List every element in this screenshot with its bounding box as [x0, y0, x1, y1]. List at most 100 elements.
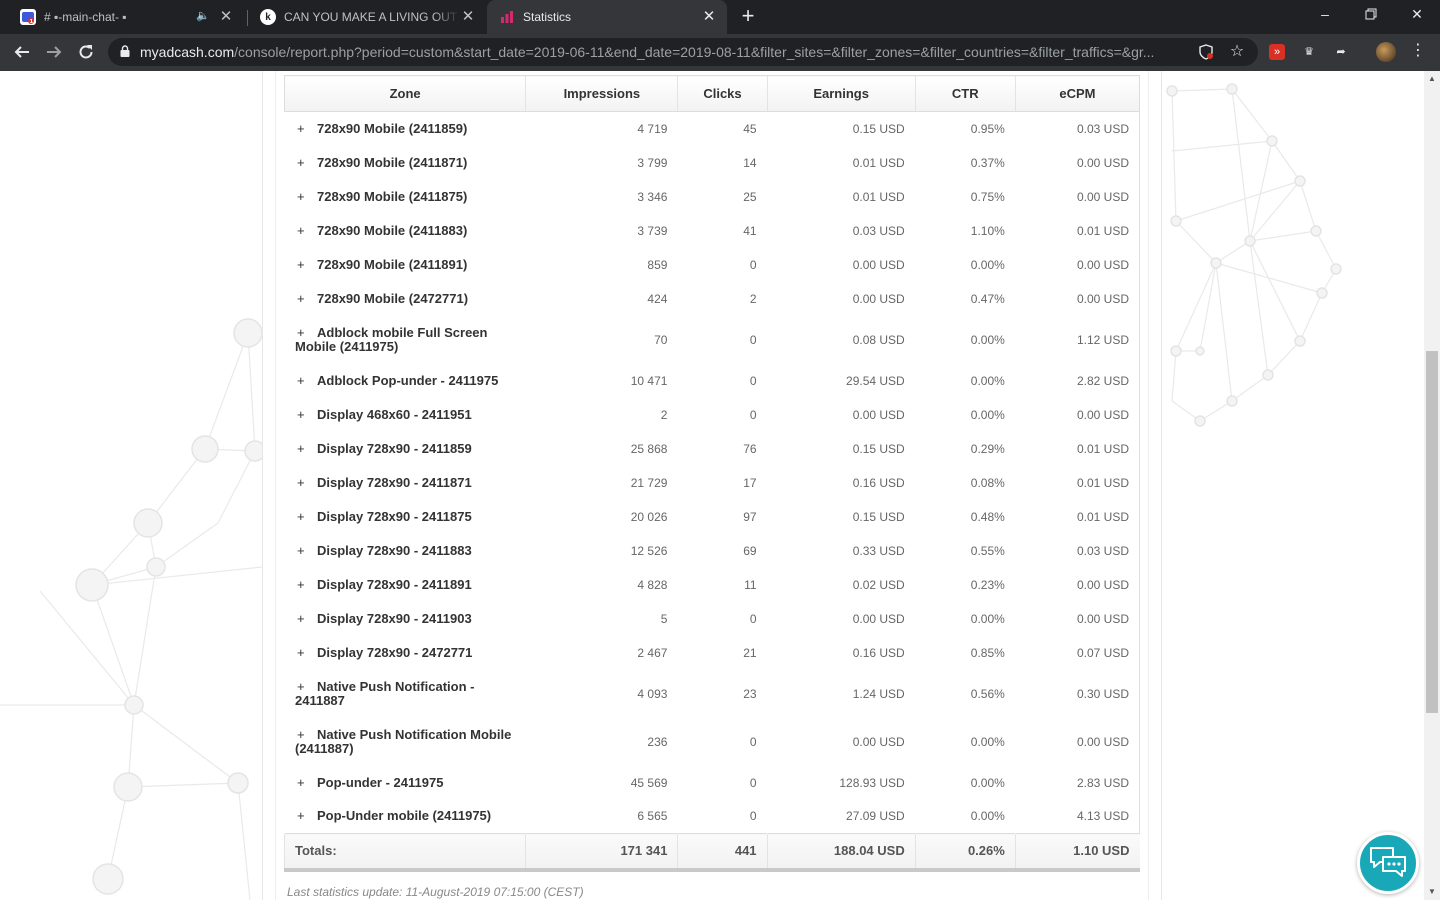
table-row[interactable]: +728x90 Mobile (2472771) 424 2 0.00 USD 0.47…	[285, 282, 1140, 316]
ecpm-cell: 0.07 USD	[1076, 645, 1129, 660]
zone-cell: + Display 728x90 - 2411883	[285, 534, 526, 568]
expand-plus-icon[interactable]: +	[295, 121, 317, 136]
expand-plus-icon[interactable]: +	[295, 155, 317, 170]
speaker-icon[interactable]: 🔈	[196, 9, 210, 22]
bookmark-star-icon[interactable]: ☆	[1229, 44, 1245, 60]
expand-plus-icon[interactable]: +	[295, 373, 317, 388]
profile-avatar[interactable]	[1376, 42, 1396, 62]
table-row[interactable]: + Display 728x90 - 2411859 25 868 76 0.15 US…	[285, 432, 1140, 466]
table-row[interactable]: + Adblock Pop-under - 2411975 10 471 0 29.54…	[285, 364, 1140, 398]
column-header-ctr[interactable]: CTR	[914, 75, 1016, 112]
expand-plus-icon[interactable]: +	[295, 257, 317, 272]
minimize-button[interactable]: –	[1302, 0, 1348, 30]
table-row[interactable]: + Display 468x60 - 2411951 2 0 0.00 USD 0.00%…	[285, 398, 1140, 432]
expand-plus-icon[interactable]: +	[295, 475, 317, 490]
expand-plus-icon[interactable]: +	[295, 645, 317, 660]
tab-statistics[interactable]: Statistics ✕	[487, 0, 727, 34]
expand-plus-icon[interactable]: +	[295, 325, 317, 340]
new-tab-button[interactable]: +	[736, 3, 760, 29]
menu-icon[interactable]: ⋮	[1410, 43, 1426, 60]
expand-plus-icon[interactable]: +	[295, 727, 317, 742]
table-row[interactable]: +728x90 Mobile (2411891) 859 0 0.00 USD 0.00…	[285, 248, 1140, 282]
back-button[interactable]	[8, 38, 36, 66]
table-row[interactable]: +728x90 Mobile (2411871) 3 799 14 0.01 USD 0…	[285, 146, 1140, 180]
close-tab-icon[interactable]: ✕	[218, 9, 234, 25]
table-row[interactable]: + Display 728x90 - 2411903 5 0 0.00 USD 0.00%…	[285, 602, 1140, 636]
table-row[interactable]: + Display 728x90 - 2411883 12 526 69 0.33 US…	[285, 534, 1140, 568]
zone-cell: + Adblock Pop-under - 2411975	[285, 364, 526, 398]
table-row[interactable]: +728x90 Mobile (2411883) 3 739 41 0.03 USD 1…	[285, 214, 1140, 248]
tab-article[interactable]: k CAN YOU MAKE A LIVING OUT O ✕	[250, 0, 486, 34]
zone-name: 728x90 Mobile (2411883)	[317, 222, 468, 238]
shield-icon[interactable]	[1198, 44, 1214, 60]
table-row[interactable]: + Pop-Under mobile (2411975) 6 565 0 27.09 U…	[285, 800, 1140, 834]
impressions-cell: 4 093	[637, 686, 668, 701]
expand-plus-icon[interactable]: +	[295, 679, 317, 694]
column-header-impressions[interactable]: Impressions	[525, 75, 678, 112]
scrollbar-thumb[interactable]	[1426, 351, 1438, 713]
ecpm-cell: 0.01 USD	[1076, 223, 1129, 238]
extension-hat-icon[interactable]: ♛	[1301, 44, 1317, 60]
table-row[interactable]: + Adblock mobile Full Screen Mobile (2411…	[285, 316, 1140, 364]
table-row[interactable]: +728x90 Mobile (2411875) 3 346 25 0.01 USD 0…	[285, 180, 1140, 214]
zone-name: Native Push Notification - 2411887	[295, 678, 475, 708]
earnings-cell: 0.00 USD	[852, 611, 905, 626]
scroll-down-arrow-icon[interactable]: ▼	[1424, 884, 1440, 900]
expand-plus-icon[interactable]: +	[295, 809, 317, 823]
close-tab-icon[interactable]: ✕	[460, 9, 476, 25]
close-tab-icon[interactable]: ✕	[701, 9, 717, 25]
back-arrow-icon	[14, 46, 29, 58]
address-bar[interactable]: myadcash.com /console/report.php?period=…	[108, 38, 1258, 66]
expand-plus-icon[interactable]: +	[295, 543, 317, 558]
earnings-cell: 27.09 USD	[846, 809, 905, 824]
expand-plus-icon[interactable]: +	[295, 291, 317, 306]
extension-arrow-icon[interactable]: ➦	[1333, 44, 1349, 60]
zone-name: 728x90 Mobile (2411875)	[317, 188, 468, 204]
earnings-cell: 128.93 USD	[839, 775, 905, 790]
maximize-button[interactable]	[1348, 0, 1394, 30]
expand-plus-icon[interactable]: +	[295, 577, 317, 592]
tab-discord[interactable]: 1 # ▪-main-chat- ▪ 🔈 ✕	[8, 0, 244, 34]
reload-button[interactable]	[72, 38, 100, 66]
expand-plus-icon[interactable]: +	[295, 223, 317, 238]
table-row[interactable]: + Native Push Notification Mobile (241188…	[285, 718, 1140, 766]
expand-plus-icon[interactable]: +	[295, 611, 317, 626]
clicks-cell: 23	[743, 686, 757, 701]
zone-name: Display 728x90 - 2411883	[317, 542, 472, 558]
expand-plus-icon[interactable]: +	[295, 189, 317, 204]
ecpm-cell: 4.13 USD	[1076, 809, 1129, 824]
table-row[interactable]: + Pop-under - 2411975 45 569 0 128.93 USD 0.0…	[285, 766, 1140, 800]
url-path: /console/report.php?period=custom&start_…	[234, 44, 1155, 60]
expand-plus-icon[interactable]: +	[295, 407, 317, 422]
ctr-cell: 1.10%	[970, 223, 1005, 238]
ecpm-cell: 0.01 USD	[1076, 441, 1129, 456]
scroll-up-arrow-icon[interactable]: ▲	[1424, 71, 1440, 87]
totals-clicks: 441	[677, 833, 768, 872]
extension-red-icon[interactable]: »	[1269, 44, 1285, 60]
ctr-cell: 0.00%	[970, 611, 1005, 626]
clicks-cell: 45	[743, 121, 757, 136]
table-row[interactable]: + Display 728x90 - 2411871 21 729 17 0.16 US…	[285, 466, 1140, 500]
table-row[interactable]: + Display 728x90 - 2411875 20 026 97 0.15 US…	[285, 500, 1140, 534]
page-scrollbar[interactable]: ▲ ▼	[1424, 71, 1440, 900]
column-header-clicks[interactable]: Clicks	[677, 75, 768, 112]
table-row[interactable]: +728x90 Mobile (2411859) 4 719 45 0.15 USD 0…	[285, 112, 1140, 146]
live-chat-button[interactable]	[1357, 832, 1419, 894]
clicks-cell: 76	[743, 441, 757, 456]
table-row[interactable]: + Display 728x90 - 2411891 4 828 11 0.02 USD…	[285, 568, 1140, 602]
forward-button[interactable]	[40, 38, 68, 66]
column-header-ecpm[interactable]: eCPM	[1014, 75, 1141, 112]
clicks-cell: 0	[749, 809, 757, 824]
expand-plus-icon[interactable]: +	[295, 509, 317, 524]
totals-ctr: 0.26%	[914, 833, 1016, 872]
column-header-earnings[interactable]: Earnings	[766, 75, 916, 112]
table-row[interactable]: + Native Push Notification - 2411887 4 093…	[285, 670, 1140, 718]
ctr-cell: 0.85%	[970, 645, 1005, 660]
table-row[interactable]: + Display 728x90 - 2472771 2 467 21 0.16 USD…	[285, 636, 1140, 670]
close-window-button[interactable]: ✕	[1394, 0, 1440, 30]
expand-plus-icon[interactable]: +	[295, 441, 317, 456]
column-header-zone[interactable]: Zone	[283, 75, 526, 112]
expand-plus-icon[interactable]: +	[295, 775, 317, 790]
impressions-cell: 3 799	[637, 155, 668, 170]
earnings-cell: 0.03 USD	[852, 223, 905, 238]
